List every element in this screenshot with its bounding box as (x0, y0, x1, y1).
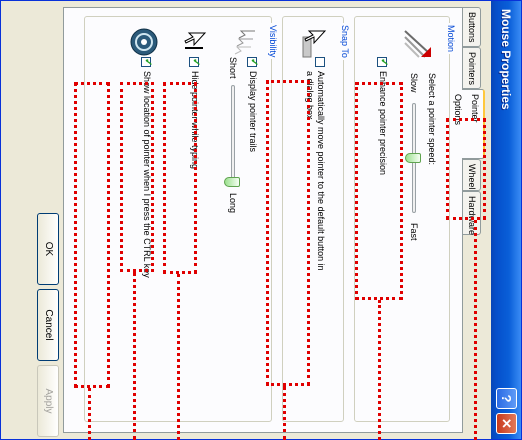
mouse-properties-dialog: Mouse Properties ? ✕ Buttons Pointers Po… (0, 0, 522, 440)
snap-to-icon (302, 30, 327, 58)
pointer-trails-checkbox[interactable] (247, 57, 257, 67)
trail-length-slider-track[interactable] (231, 85, 235, 185)
snap-to-group-label: Snap To (340, 23, 350, 60)
apply-button[interactable]: Apply (37, 365, 59, 437)
pointer-options-panel: Motion Select a pointer speed: Slow Fast… (63, 7, 463, 433)
title-bar[interactable]: Mouse Properties ? ✕ (491, 1, 521, 439)
screenshot-stage: Mouse Properties ? ✕ Buttons Pointers Po… (0, 0, 522, 440)
pointer-trails-label: Display pointer trails (248, 71, 258, 153)
tab-buttons[interactable]: Buttons (463, 7, 481, 47)
cancel-button[interactable]: Cancel (37, 289, 59, 361)
tab-pointer-options[interactable]: Pointer Options (453, 89, 485, 159)
show-location-icon (130, 28, 158, 56)
tab-hardware[interactable]: Hardware (463, 191, 481, 235)
tab-strip: Buttons Pointers Pointer Options Wheel H… (453, 7, 485, 427)
short-label: Short (228, 57, 238, 79)
window-title: Mouse Properties (499, 9, 513, 110)
help-button[interactable]: ? (496, 388, 517, 409)
fast-label: Fast (409, 223, 419, 241)
auto-move-label: Automatically move pointer to the defaul… (305, 71, 326, 271)
long-label: Long (228, 193, 238, 214)
hide-typing-label: Hide pointer while typing (190, 71, 200, 170)
slow-label: Slow (409, 73, 419, 93)
tab-wheel[interactable]: Wheel (463, 159, 481, 191)
tab-pointers[interactable]: Pointers (463, 47, 481, 89)
speed-slider-thumb[interactable] (405, 153, 421, 163)
snap-to-group: Snap To Automatically move pointer to th… (282, 16, 350, 422)
pointer-trails-icon (234, 30, 255, 55)
hide-pointer-icon (184, 32, 207, 49)
enhance-precision-checkbox[interactable] (377, 57, 387, 67)
trail-length-slider-thumb[interactable] (224, 177, 240, 187)
enhance-precision-label: Enhance pointer precision (378, 71, 388, 176)
visibility-group: Visibility Display pointer trails Short … (84, 16, 278, 422)
pointer-speed-icon (404, 30, 431, 58)
close-button[interactable]: ✕ (496, 413, 517, 434)
ok-button[interactable]: OK (37, 213, 59, 285)
ctrl-location-checkbox[interactable] (141, 57, 151, 67)
motion-group-label: Motion (446, 23, 456, 55)
ctrl-location-label: Show location of pointer when I press th… (142, 71, 152, 278)
speed-label: Select a pointer speed: (427, 73, 437, 166)
motion-group: Motion Select a pointer speed: Slow Fast… (354, 16, 456, 422)
auto-move-checkbox[interactable] (315, 57, 325, 67)
visibility-group-label: Visibility (268, 23, 278, 60)
hide-typing-checkbox[interactable] (189, 57, 199, 67)
